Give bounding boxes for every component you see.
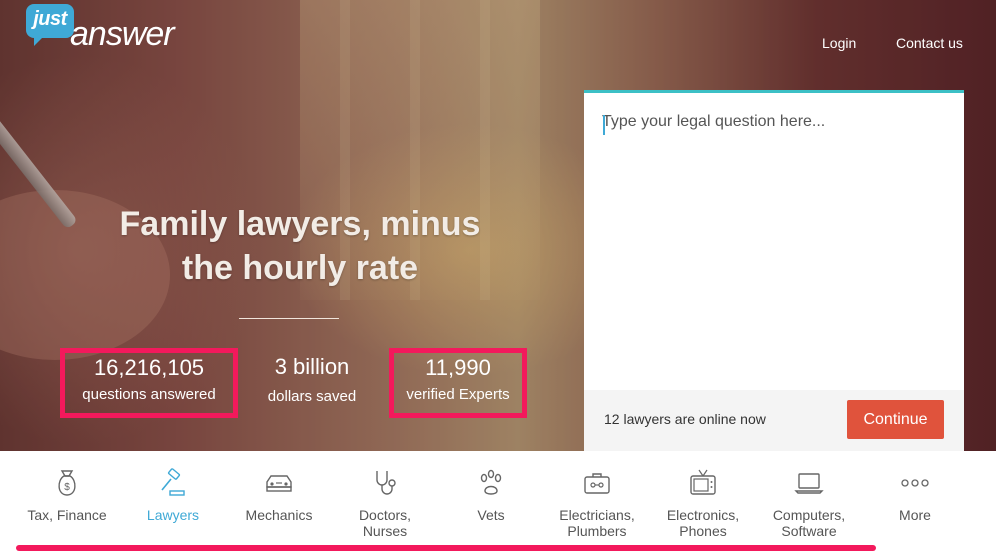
contact-us-link[interactable]: Contact us bbox=[896, 35, 963, 51]
headline-line-2: the hourly rate bbox=[181, 249, 419, 287]
justanswer-logo[interactable]: just answer bbox=[26, 4, 206, 53]
paw-icon bbox=[480, 469, 502, 495]
question-input[interactable] bbox=[602, 113, 946, 373]
stat-label: dollars saved bbox=[267, 388, 357, 405]
category-vets[interactable]: Vets bbox=[436, 467, 546, 523]
stat-questions-answered: 16,216,105 questions answered bbox=[60, 348, 238, 418]
stat-label: verified Experts bbox=[406, 386, 510, 403]
category-mechanics[interactable]: Mechanics bbox=[224, 467, 334, 523]
headline-divider bbox=[239, 318, 339, 319]
text-caret bbox=[603, 115, 605, 135]
laptop-icon bbox=[794, 473, 824, 494]
online-experts-text: 12 lawyers are online now bbox=[604, 411, 766, 427]
page-headline: Family lawyers, minus the hourly rate bbox=[70, 202, 530, 290]
stethoscope-icon bbox=[376, 471, 396, 495]
question-panel-footer: 12 lawyers are online now Continue bbox=[584, 390, 964, 451]
category-label: Lawyers bbox=[146, 507, 200, 523]
category-label: More bbox=[899, 507, 931, 523]
stat-value: 16,216,105 bbox=[93, 355, 205, 380]
category-label: Computers, bbox=[772, 507, 846, 523]
category-label-line2: Phones bbox=[679, 523, 727, 539]
car-icon bbox=[266, 475, 292, 492]
tv-icon bbox=[690, 469, 716, 495]
logo-speech-bubble: just bbox=[26, 4, 74, 38]
category-tax-finance[interactable]: $ Tax, Finance bbox=[12, 467, 122, 523]
category-electronics-phones[interactable]: Electronics, Phones bbox=[648, 467, 758, 539]
category-label: Electronics, bbox=[666, 507, 740, 523]
stat-value: 3 billion bbox=[274, 354, 350, 379]
login-link[interactable]: Login bbox=[822, 35, 856, 51]
toolbox-icon bbox=[584, 473, 610, 494]
question-panel: 12 lawyers are online now Continue bbox=[584, 90, 964, 451]
category-label: Mechanics bbox=[245, 507, 313, 523]
gavel-icon bbox=[161, 468, 185, 496]
category-label: Tax, Finance bbox=[27, 507, 107, 523]
category-bar: $ Tax, Finance Lawyers Mechanics Doctors… bbox=[0, 451, 996, 551]
category-label: Electricians, bbox=[559, 507, 635, 523]
category-label-line2: Nurses bbox=[362, 523, 408, 539]
svg-text:$: $ bbox=[64, 482, 70, 493]
category-doctors-nurses[interactable]: Doctors, Nurses bbox=[330, 467, 440, 539]
category-label: Vets bbox=[477, 507, 505, 523]
logo-bubble-tail bbox=[34, 34, 46, 46]
more-dots-icon bbox=[901, 479, 929, 487]
stat-verified-experts: 11,990 verified Experts bbox=[389, 348, 527, 418]
headline-line-1: Family lawyers, minus bbox=[119, 205, 481, 243]
category-computers-software[interactable]: Computers, Software bbox=[754, 467, 864, 539]
money-bag-icon: $ bbox=[58, 470, 76, 496]
highlight-underline bbox=[16, 545, 876, 551]
category-label-line2: Plumbers bbox=[567, 523, 627, 539]
category-lawyers[interactable]: Lawyers bbox=[118, 467, 228, 523]
category-label-line2: Software bbox=[781, 523, 837, 539]
category-label: Doctors, bbox=[358, 507, 412, 523]
logo-text-answer: answer bbox=[70, 15, 175, 53]
logo-text-just: just bbox=[33, 8, 67, 30]
stat-value: 11,990 bbox=[425, 355, 491, 380]
continue-button[interactable]: Continue bbox=[847, 400, 944, 439]
category-electricians-plumbers[interactable]: Electricians, Plumbers bbox=[542, 467, 652, 539]
stat-dollars-saved: 3 billion dollars saved bbox=[248, 348, 376, 418]
category-more[interactable]: More bbox=[860, 467, 970, 523]
stat-label: questions answered bbox=[82, 386, 216, 403]
